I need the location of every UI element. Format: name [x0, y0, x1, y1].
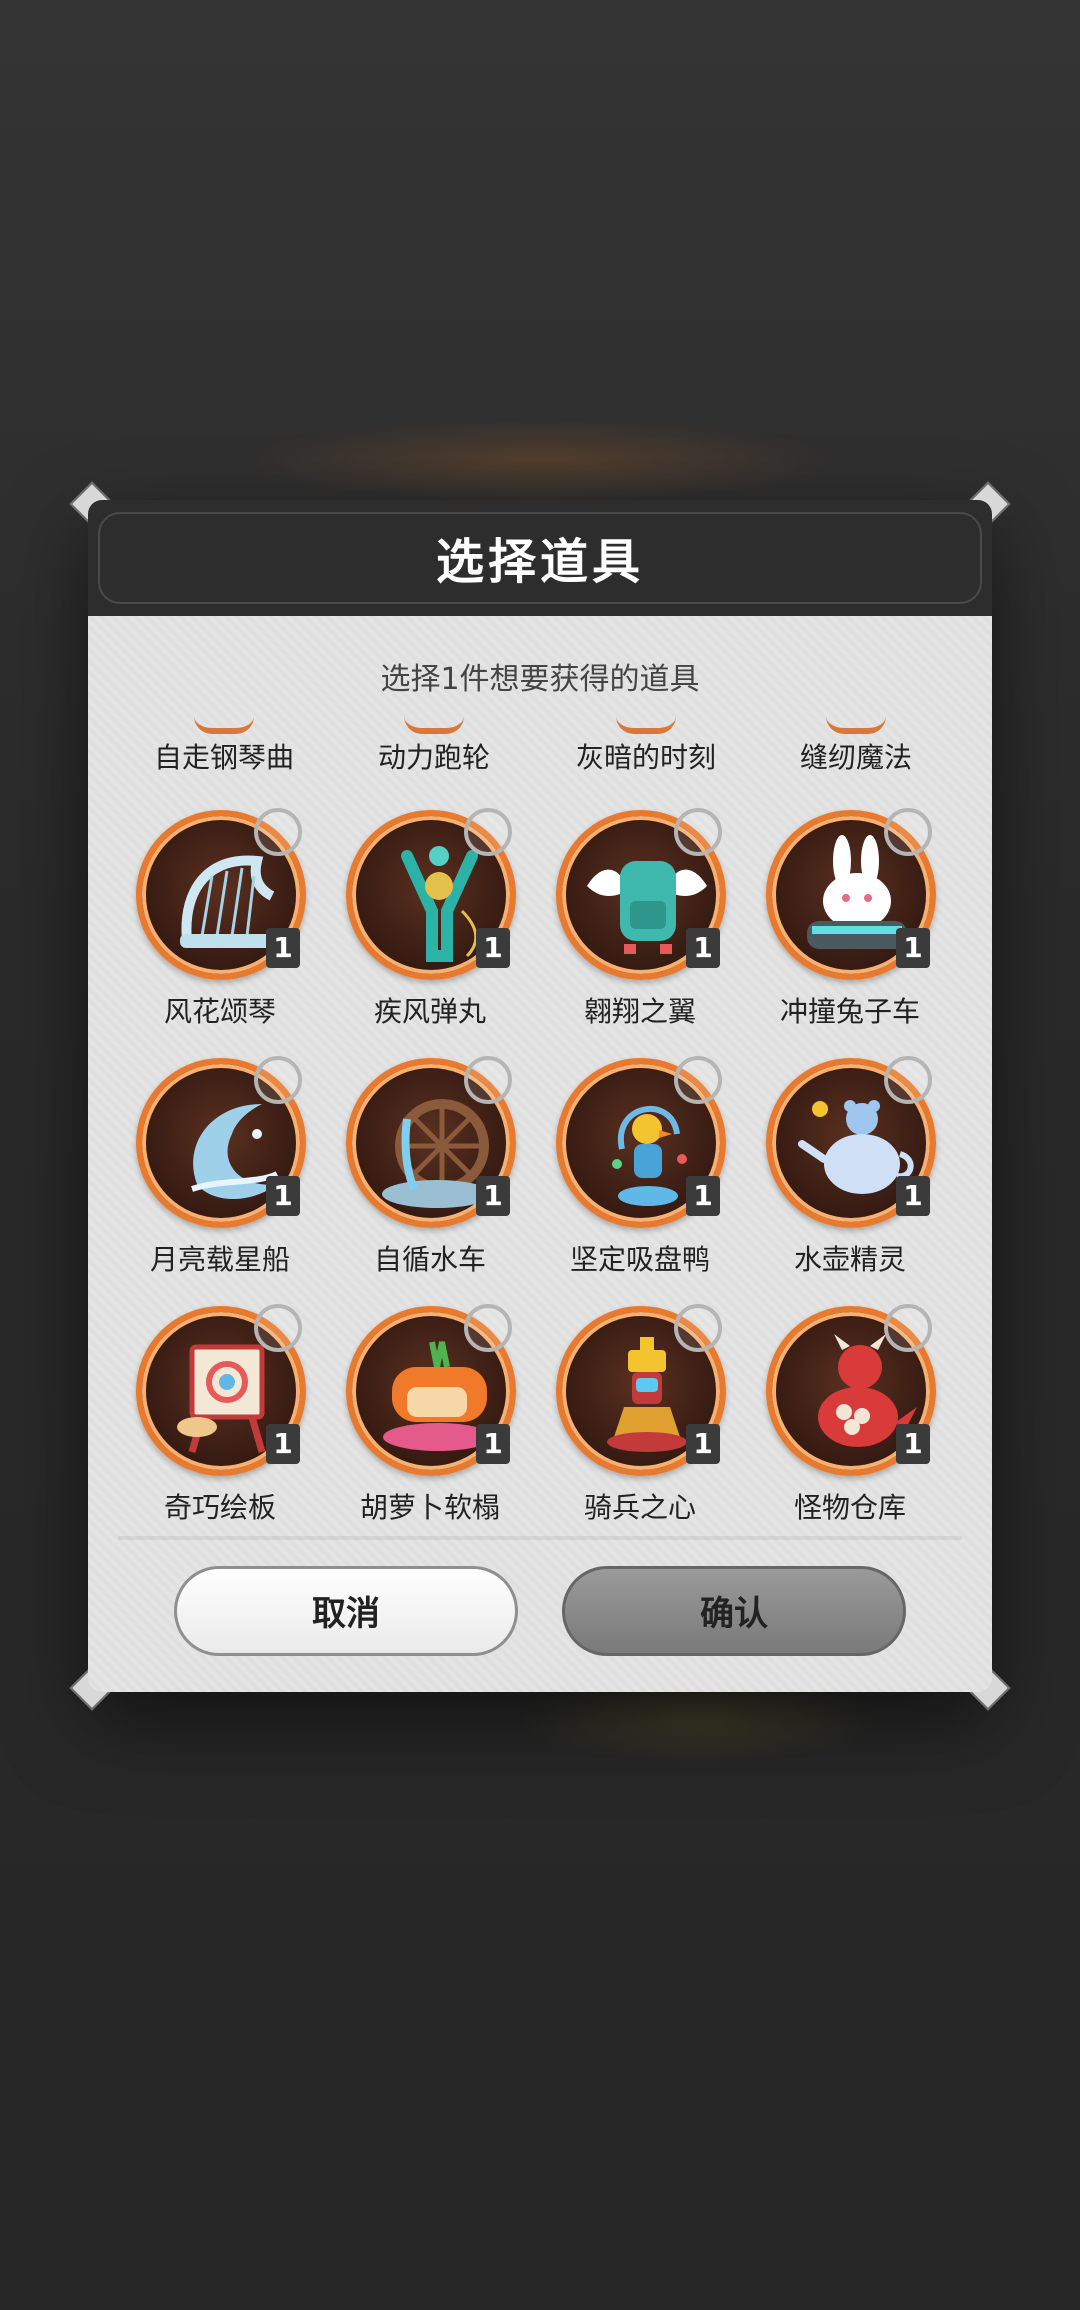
item-label: 冲撞兔子车 — [779, 995, 920, 1028]
item-card[interactable]: 1 胡萝卜软榻 — [310, 1304, 516, 1526]
select-item-dialog: 选择道具 选择1件想要获得的道具 自走钢琴曲 动力跑轮 灰暗的时刻 缝纫魔法 1… — [69, 481, 1011, 1711]
confirm-button[interactable]: 确认 — [562, 1566, 906, 1656]
item-grid: 1 风花颂琴 1 疾风弹丸 1 翱翔之翼 1 冲撞兔子车 1 月亮载星船 1 自… — [88, 796, 992, 1536]
quantity-badge: 1 — [266, 928, 300, 968]
dialog-subtitle: 选择1件想要获得的道具 — [380, 662, 700, 697]
item-label: 疾风弹丸 — [373, 995, 486, 1028]
item-ring-edge — [616, 716, 676, 734]
item-card[interactable]: 1 冲撞兔子车 — [730, 808, 936, 1030]
item-card[interactable]: 1 骑兵之心 — [520, 1304, 726, 1526]
item-label: 动力跑轮 — [377, 741, 490, 774]
item-card[interactable]: 1 奇巧绘板 — [100, 1304, 306, 1526]
quantity-badge: 1 — [266, 1424, 300, 1464]
item-row-partial: 自走钢琴曲 动力跑轮 灰暗的时刻 缝纫魔法 — [88, 716, 992, 778]
select-radio[interactable] — [674, 1304, 722, 1352]
item-card[interactable]: 1 自循水车 — [310, 1056, 516, 1278]
quantity-badge: 1 — [896, 1424, 930, 1464]
item-label: 坚定吸盘鸭 — [569, 1243, 710, 1276]
item-label: 缝纫魔法 — [799, 741, 912, 774]
quantity-badge: 1 — [686, 1176, 720, 1216]
item-card[interactable]: 1 月亮载星船 — [100, 1056, 306, 1278]
select-radio[interactable] — [674, 808, 722, 856]
item-label: 灰暗的时刻 — [575, 741, 716, 774]
item-label: 自循水车 — [373, 1243, 486, 1276]
item-label: 月亮载星船 — [149, 1243, 290, 1276]
footer-divider — [118, 1536, 962, 1540]
item-label: 奇巧绘板 — [163, 1491, 276, 1524]
select-radio[interactable] — [884, 808, 932, 856]
item-ring-edge — [826, 716, 886, 734]
select-radio[interactable] — [674, 1056, 722, 1104]
cancel-button[interactable]: 取消 — [174, 1566, 518, 1656]
quantity-badge: 1 — [686, 928, 720, 968]
item-card[interactable]: 1 疾风弹丸 — [310, 808, 516, 1030]
select-radio[interactable] — [464, 1304, 512, 1352]
item-card[interactable]: 1 怪物仓库 — [730, 1304, 936, 1526]
select-radio[interactable] — [884, 1304, 932, 1352]
select-radio[interactable] — [254, 1056, 302, 1104]
quantity-badge: 1 — [896, 1176, 930, 1216]
item-label: 风花颂琴 — [163, 995, 276, 1028]
select-radio[interactable] — [254, 808, 302, 856]
item-ring-edge — [194, 716, 254, 734]
item-label: 翱翔之翼 — [583, 995, 696, 1028]
select-radio[interactable] — [254, 1304, 302, 1352]
quantity-badge: 1 — [686, 1424, 720, 1464]
quantity-badge: 1 — [476, 1424, 510, 1464]
quantity-badge: 1 — [476, 928, 510, 968]
dialog-header: 选择道具 — [88, 500, 992, 616]
item-label: 骑兵之心 — [583, 1491, 696, 1524]
select-radio[interactable] — [884, 1056, 932, 1104]
select-radio[interactable] — [464, 1056, 512, 1104]
quantity-badge: 1 — [266, 1176, 300, 1216]
item-card[interactable]: 1 水壶精灵 — [730, 1056, 936, 1278]
dialog-body: 选择1件想要获得的道具 自走钢琴曲 动力跑轮 灰暗的时刻 缝纫魔法 1 风花颂琴… — [88, 616, 992, 1692]
item-card[interactable]: 1 翱翔之翼 — [520, 808, 726, 1030]
item-ring-edge — [404, 716, 464, 734]
dialog-title: 选择道具 — [435, 534, 644, 590]
item-label: 自走钢琴曲 — [153, 741, 294, 774]
quantity-badge: 1 — [476, 1176, 510, 1216]
item-label: 怪物仓库 — [793, 1491, 906, 1524]
item-card[interactable]: 1 风花颂琴 — [100, 808, 306, 1030]
item-card[interactable]: 1 坚定吸盘鸭 — [520, 1056, 726, 1278]
item-label: 胡萝卜软榻 — [359, 1491, 500, 1524]
select-radio[interactable] — [464, 808, 512, 856]
item-label: 水壶精灵 — [793, 1243, 906, 1276]
quantity-badge: 1 — [896, 928, 930, 968]
